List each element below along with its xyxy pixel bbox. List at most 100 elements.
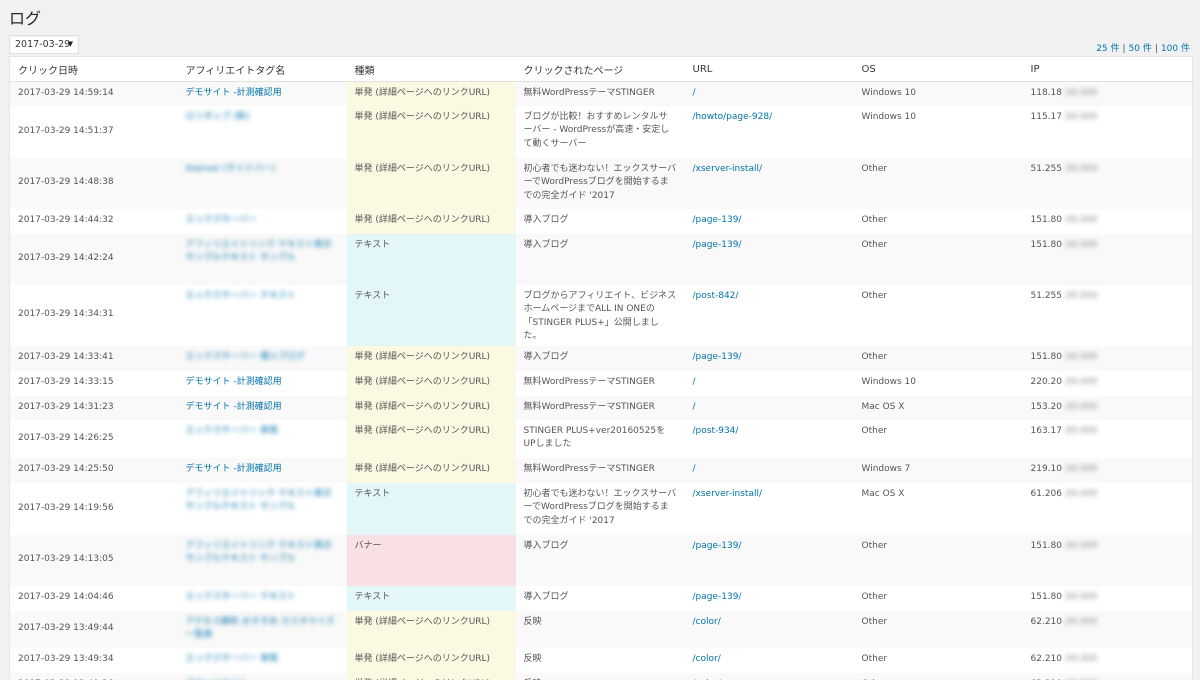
cell-ip: 151.80.00.000: [1022, 585, 1193, 611]
url-link[interactable]: /page-139/: [693, 240, 742, 250]
tag-link[interactable]: アフィリエイトリンク テキスト表示 サンプルテキスト サンプル: [186, 488, 339, 515]
cell-type: 単発 (詳細ページへのリンクURL): [346, 457, 516, 483]
cell-ip: 153.20.00.000: [1022, 395, 1193, 420]
url-link[interactable]: /howto/page-928/: [693, 112, 773, 122]
tag-link[interactable]: エックスサーバー 単発: [186, 653, 279, 667]
url-link[interactable]: /page-139/: [693, 541, 742, 551]
column-header-ip[interactable]: IP: [1022, 56, 1193, 82]
ip-redacted: .00.000: [1063, 488, 1098, 499]
ip-redacted: .00.000: [1063, 540, 1098, 551]
cell-ip: 61.206.00.000: [1022, 482, 1193, 535]
tag-link[interactable]: ロリポップ (新): [186, 111, 250, 125]
cell-os: Other: [853, 534, 1023, 586]
cell-ip: 163.17.00.000: [1022, 419, 1193, 458]
url-link[interactable]: /page-139/: [693, 592, 742, 602]
cell-url: /page-139/: [684, 534, 854, 586]
cell-date: 2017-03-29 14:13:05: [9, 534, 178, 586]
tag-link[interactable]: アクセス解析 おすすめ カスタマイズ 一覧表: [186, 616, 339, 643]
url-link[interactable]: /: [693, 88, 696, 98]
cell-tag: デモサイト -計測確認用: [177, 370, 347, 396]
date-filter-select[interactable]: 2017-03-29 ▼: [9, 35, 79, 54]
divider: |: [1122, 44, 1126, 54]
cell-url: /howto/page-928/: [684, 105, 854, 158]
cell-tag: デモサイト -計測確認用: [177, 81, 347, 106]
tag-link[interactable]: アフィリエイトリンク テキスト表示 サンプルテキスト サンプル: [186, 540, 339, 567]
url-link[interactable]: /color/: [693, 654, 721, 664]
url-link[interactable]: /page-139/: [693, 352, 742, 362]
cell-ip: 151.80.00.000: [1022, 233, 1193, 285]
cell-date: 2017-03-29 14:31:23: [9, 395, 178, 420]
url-link[interactable]: /color/: [693, 617, 721, 627]
cell-ip: 62.210.00.000: [1022, 610, 1193, 648]
cell-tag: アフィリエイトリンク テキスト表示 サンプルテキスト サンプル: [177, 482, 347, 535]
tag-link[interactable]: Xserver (サイドバー): [186, 163, 276, 177]
cell-page: ブログからアフィリエイト、ビジネスホームページまでALL IN ONEの「STI…: [515, 284, 685, 346]
table-row: 2017-03-29 14:48:38 Xserver (サイドバー) 単発 (詳細…: [9, 157, 1193, 209]
url-link[interactable]: /post-842/: [693, 291, 739, 301]
tag-link[interactable]: デモサイト -計測確認用: [186, 377, 282, 387]
table-header-row: クリック日時 アフィリエイトタグ名 種類 クリックされたページ URL OS I…: [9, 56, 1193, 82]
cell-os: Windows 10: [853, 105, 1023, 158]
cell-tag: エックスサーバー: [177, 208, 347, 234]
cell-date: 2017-03-29 13:49:26: [9, 672, 178, 680]
tag-link[interactable]: デモサイト -計測確認用: [186, 464, 282, 474]
table-row: 2017-03-29 14:31:23 デモサイト -計測確認用 単発 (詳細ページ…: [9, 395, 1193, 420]
cell-date: 2017-03-29 14:19:56: [9, 482, 178, 535]
tag-link[interactable]: デモサイト -計測確認用: [186, 88, 282, 98]
tag-link[interactable]: エックスサーバー テキスト: [186, 591, 296, 605]
divider: |: [1154, 44, 1158, 54]
url-link[interactable]: /post-934/: [693, 426, 739, 436]
cell-page: 無料WordPressテーマSTINGER: [515, 81, 685, 106]
cell-type: 単発 (詳細ページへのリンクURL): [346, 419, 516, 458]
cell-tag: デモサイト -計測確認用: [177, 457, 347, 483]
url-link[interactable]: /: [693, 402, 696, 412]
per-page-25-link[interactable]: 25 件: [1096, 44, 1119, 54]
ip-redacted: .00.000: [1063, 463, 1098, 474]
cell-ip: 151.80.00.000: [1022, 345, 1193, 371]
cell-os: Other: [853, 585, 1023, 611]
table-row: 2017-03-29 14:25:50 デモサイト -計測確認用 単発 (詳細ページ…: [9, 457, 1193, 483]
cell-os: Other: [853, 208, 1023, 234]
cell-type: 単発 (詳細ページへのリンクURL): [346, 345, 516, 371]
cell-url: /: [684, 370, 854, 396]
tag-link[interactable]: エックスサーバー 導入ブログ: [186, 351, 306, 365]
per-page-100-link[interactable]: 100 件: [1161, 44, 1190, 54]
cell-page: 導入ブログ: [515, 585, 685, 611]
column-header-url[interactable]: URL: [684, 56, 854, 82]
column-header-date[interactable]: クリック日時: [9, 56, 178, 82]
page-title: ログ: [9, 9, 42, 28]
cell-page: 導入ブログ: [515, 534, 685, 586]
url-link[interactable]: /xserver-install/: [693, 489, 763, 499]
column-header-tag[interactable]: アフィリエイトタグ名: [177, 56, 347, 82]
cell-ip: 62.210.00.000: [1022, 672, 1193, 680]
column-header-os[interactable]: OS: [853, 56, 1023, 82]
table-row: 2017-03-29 14:33:15 デモサイト -計測確認用 単発 (詳細ページ…: [9, 370, 1193, 396]
cell-url: /: [684, 395, 854, 420]
cell-url: /post-934/: [684, 419, 854, 458]
cell-ip: 62.210.00.000: [1022, 647, 1193, 673]
ip-redacted: .00.000: [1063, 425, 1098, 436]
url-link[interactable]: /: [693, 377, 696, 387]
column-header-page[interactable]: クリックされたページ: [515, 56, 685, 82]
tag-link[interactable]: エックスサーバー 単発: [186, 425, 279, 439]
url-link[interactable]: /page-139/: [693, 215, 742, 225]
url-link[interactable]: /xserver-install/: [693, 164, 763, 174]
column-header-type[interactable]: 種類: [346, 56, 516, 82]
cell-type: テキスト: [346, 585, 516, 611]
per-page-50-link[interactable]: 50 件: [1129, 44, 1152, 54]
tag-link[interactable]: アフィリエイトリンク テキスト表示 サンプルテキスト サンプル: [186, 239, 339, 266]
tag-link[interactable]: デモサイト -計測確認用: [186, 402, 282, 412]
ip-redacted: .00.000: [1063, 653, 1098, 664]
tag-link[interactable]: エックスサーバー: [186, 214, 258, 228]
cell-page: 導入ブログ: [515, 208, 685, 234]
cell-type: 単発 (詳細ページへのリンクURL): [346, 370, 516, 396]
cell-ip: 115.17.00.000: [1022, 105, 1193, 158]
cell-type: 単発 (詳細ページへのリンクURL): [346, 610, 516, 648]
cell-os: Other: [853, 157, 1023, 209]
tag-link[interactable]: エックスサーバー テキスト: [186, 290, 296, 304]
cell-page: STINGER PLUS+ver20160525をUPしました: [515, 419, 685, 458]
cell-url: /color/: [684, 647, 854, 673]
url-link[interactable]: /: [693, 464, 696, 474]
table-row: 2017-03-29 14:04:46 エックスサーバー テキスト テキスト 導入ブロ…: [9, 585, 1193, 611]
cell-ip: 51.255.00.000: [1022, 284, 1193, 346]
